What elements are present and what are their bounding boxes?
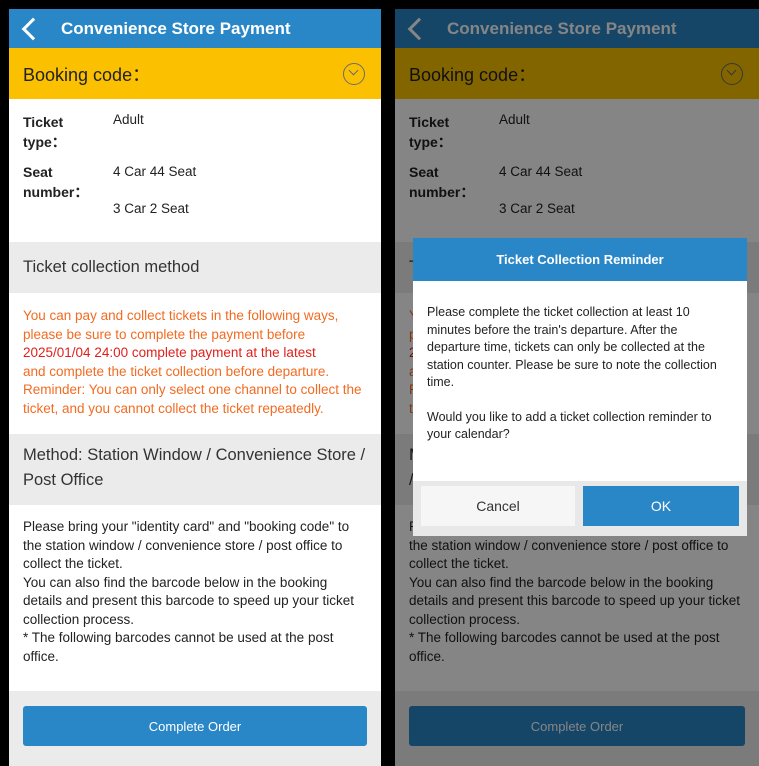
booking-code-label: Booking code： (23, 64, 151, 85)
footer-bar: Complete Order (9, 691, 381, 766)
dialog-body: Please complete the ticket collection at… (413, 281, 747, 481)
ticket-info: Ticket type： Adult Seat number： 4 Car 44… (9, 99, 381, 242)
dialog-question: Would you like to add a ticket collectio… (427, 409, 712, 442)
booking-code-bar[interactable]: Booking code： (9, 48, 381, 99)
complete-order-button[interactable]: Complete Order (23, 706, 367, 746)
page-title: Convenience Store Payment (61, 18, 291, 38)
dialog-actions: Cancel OK (413, 481, 747, 536)
seat-value: 3 Car 2 Seat (113, 201, 189, 216)
notice-text: and complete the ticket collection befor… (23, 363, 362, 416)
desc-line: Please bring your "identity card" and "b… (23, 519, 350, 571)
screenshot-comparison: Convenience Store Payment Booking code： … (0, 0, 759, 766)
desc-line: * The following barcodes cannot be used … (23, 630, 334, 664)
ticket-type-value: Adult (113, 112, 144, 127)
app-header: Convenience Store Payment (9, 9, 381, 48)
back-arrow-icon[interactable] (19, 18, 41, 40)
ticket-type-label: Ticket type： (23, 114, 66, 150)
seat-number-label: Seat number： (23, 164, 89, 200)
ok-button[interactable]: OK (583, 486, 739, 526)
chevron-down-circle-icon[interactable] (343, 62, 365, 85)
method-description: Please bring your "identity card" and "b… (9, 505, 381, 680)
dialog-message: Please complete the ticket collection at… (427, 305, 717, 389)
collection-method-heading: Ticket collection method (9, 242, 381, 293)
payment-notice: You can pay and collect tickets in the f… (9, 293, 381, 434)
desc-line: You can also find the barcode below in t… (23, 574, 354, 627)
payment-screen: Convenience Store Payment Booking code： … (9, 9, 381, 766)
cancel-button[interactable]: Cancel (421, 486, 575, 526)
payment-deadline: 2025/01/04 24:00 complete payment at the… (23, 345, 316, 360)
payment-screen-with-dialog: Convenience Store Payment Booking code： … (395, 9, 759, 766)
dialog-title: Ticket Collection Reminder (413, 238, 747, 281)
reminder-dialog: Ticket Collection Reminder Please comple… (413, 238, 747, 536)
ticket-type-row: Ticket type： Adult (23, 112, 367, 162)
seat-number-row: Seat number： 4 Car 44 Seat 3 Car 2 Seat (23, 162, 367, 242)
notice-text: You can pay and collect tickets in the f… (23, 308, 339, 342)
method-heading: Method: Station Window / Convenience Sto… (9, 434, 381, 505)
seat-value: 4 Car 44 Seat (113, 164, 197, 179)
